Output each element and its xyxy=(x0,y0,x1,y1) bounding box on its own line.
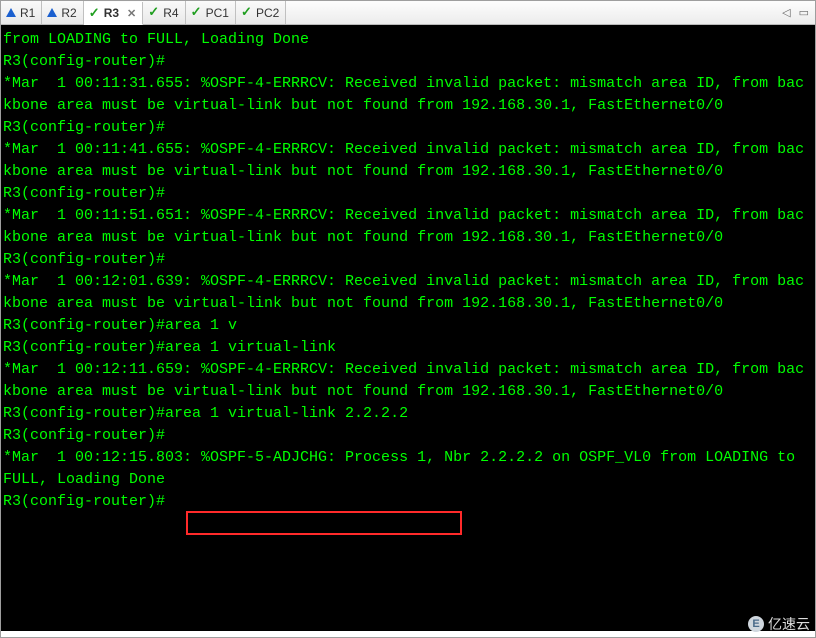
tab-label: R2 xyxy=(61,6,76,20)
terminal-line: *Mar 1 00:12:01.639: %OSPF-4-ERRRCV: Rec… xyxy=(3,271,813,315)
terminal-line: R3(config-router)# xyxy=(3,249,813,271)
tab-pc2[interactable]: PC2 xyxy=(236,1,286,24)
terminal-line: *Mar 1 00:12:11.659: %OSPF-4-ERRRCV: Rec… xyxy=(3,359,813,403)
terminal-output[interactable]: from LOADING to FULL, Loading DoneR3(con… xyxy=(1,25,815,631)
watermark-badge-icon: E xyxy=(748,616,764,632)
watermark-text: 亿速云 xyxy=(768,614,810,634)
terminal-line: *Mar 1 00:11:41.655: %OSPF-4-ERRRCV: Rec… xyxy=(3,139,813,183)
tab-label: PC2 xyxy=(256,6,279,20)
terminal-line: *Mar 1 00:11:51.651: %OSPF-4-ERRRCV: Rec… xyxy=(3,205,813,249)
terminal-line: from LOADING to FULL, Loading Done xyxy=(3,29,813,51)
tab-label: R3 xyxy=(104,6,119,20)
close-icon[interactable]: ✕ xyxy=(127,7,136,20)
prev-tab-icon[interactable]: ◁ xyxy=(782,6,790,19)
tab-controls: ◁ ▭ xyxy=(776,1,815,24)
terminal-line: R3(config-router)#area 1 virtual-link 2.… xyxy=(3,403,813,425)
terminal-line: R3(config-router)# xyxy=(3,425,813,447)
check-icon xyxy=(148,7,159,18)
tab-r1[interactable]: R1 xyxy=(1,1,42,24)
terminal-line: R3(config-router)#area 1 v xyxy=(3,315,813,337)
tab-r3[interactable]: R3 ✕ xyxy=(84,2,144,25)
tab-bar: R1 R2 R3 ✕ R4 PC1 PC2 ◁ ▭ xyxy=(1,1,815,25)
tab-menu-icon[interactable]: ▭ xyxy=(799,6,809,19)
tab-label: R1 xyxy=(20,6,35,20)
terminal-line: R3(config-router)#area 1 virtual-link xyxy=(3,337,813,359)
terminal-line: *Mar 1 00:12:15.803: %OSPF-5-ADJCHG: Pro… xyxy=(3,447,813,491)
terminal-line: R3(config-router)# xyxy=(3,491,813,513)
check-icon xyxy=(191,7,202,18)
terminal-line: R3(config-router)# xyxy=(3,51,813,73)
watermark: E 亿速云 xyxy=(748,614,810,634)
tab-r4[interactable]: R4 xyxy=(143,1,185,24)
warning-icon xyxy=(47,8,57,17)
tab-label: R4 xyxy=(163,6,178,20)
warning-icon xyxy=(6,8,16,17)
tab-pc1[interactable]: PC1 xyxy=(186,1,236,24)
check-icon xyxy=(89,8,100,19)
tab-r2[interactable]: R2 xyxy=(42,1,83,24)
tab-label: PC1 xyxy=(206,6,229,20)
terminal-line: R3(config-router)# xyxy=(3,117,813,139)
terminal-line: R3(config-router)# xyxy=(3,183,813,205)
check-icon xyxy=(241,7,252,18)
terminal-line: *Mar 1 00:11:31.655: %OSPF-4-ERRRCV: Rec… xyxy=(3,73,813,117)
